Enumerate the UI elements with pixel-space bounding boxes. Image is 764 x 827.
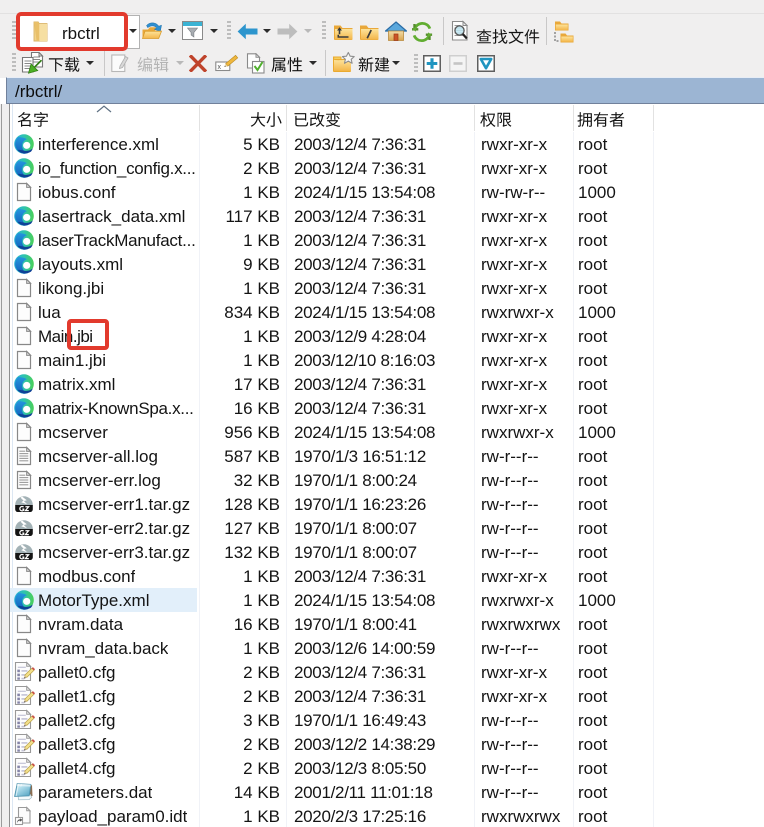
- svg-text:x: x: [218, 64, 222, 71]
